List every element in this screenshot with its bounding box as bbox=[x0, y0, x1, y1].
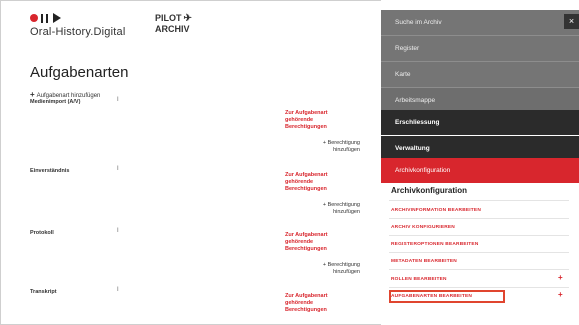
logo-text: Oral-History.Digital bbox=[30, 26, 126, 38]
sidebar-menu: Suche im Archiv Register Karte Arbeitsma… bbox=[381, 0, 579, 325]
permissions-link[interactable]: Zur Aufgabenart gehörende Berechtigungen bbox=[285, 110, 345, 131]
row-divider-mark: I bbox=[117, 228, 119, 234]
plus-icon: + bbox=[30, 90, 35, 99]
submenu-divider bbox=[389, 252, 569, 253]
submenu-title: Archivkonfiguration bbox=[391, 186, 468, 195]
add-task-type-link[interactable]: + Aufgabenart hinzufügen bbox=[30, 90, 100, 99]
menu-item-indexing[interactable]: Erschliessung bbox=[381, 110, 579, 135]
task-type-label: Protokoll bbox=[30, 230, 54, 236]
oral-history-logo[interactable]: Oral-History.Digital bbox=[30, 13, 125, 38]
archiv-text: ARCHIV bbox=[155, 24, 190, 34]
pilot-text: PILOT bbox=[155, 13, 182, 23]
airplane-icon: ✈ bbox=[183, 13, 192, 24]
menu-item-archive-configuration[interactable]: Archivkonfiguration bbox=[381, 158, 579, 183]
menu-item-register[interactable]: Register bbox=[381, 36, 579, 61]
add-permission-button[interactable]: + Berechtigung hinzufügen bbox=[300, 202, 360, 216]
permissions-link[interactable]: Zur Aufgabenart gehörende Berechtigungen bbox=[285, 172, 345, 193]
add-permission-button[interactable]: + Berechtigung hinzufügen bbox=[300, 140, 360, 154]
pause-bar-icon bbox=[46, 13, 48, 23]
permissions-link[interactable]: Zur Aufgabenart gehörende Berechtigungen bbox=[285, 232, 345, 253]
task-type-label: Einverständnis bbox=[30, 168, 70, 174]
submenu-edit-archive-information[interactable]: ARCHIVINFORMATION BEARBEITEN bbox=[391, 207, 571, 215]
pause-bar-icon bbox=[41, 13, 43, 23]
row-divider-mark: I bbox=[117, 287, 119, 293]
task-type-label: Medienimport (A/V) bbox=[30, 99, 81, 105]
page-title: Aufgabenarten bbox=[30, 64, 129, 81]
selection-highlight bbox=[389, 290, 505, 303]
play-icon bbox=[53, 13, 61, 23]
close-icon[interactable]: × bbox=[564, 14, 579, 29]
pilot-archiv-label: PILOT ✈ ARCHIV bbox=[155, 13, 192, 34]
logo-mark bbox=[30, 13, 125, 23]
menu-item-search-archive[interactable]: Suche im Archiv bbox=[381, 10, 579, 35]
submenu-divider bbox=[389, 218, 569, 219]
expand-plus-icon[interactable]: + bbox=[558, 290, 563, 299]
row-divider-mark: I bbox=[117, 166, 119, 172]
task-type-label: Transkript bbox=[30, 289, 57, 295]
add-permission-button[interactable]: + Berechtigung hinzufügen bbox=[300, 262, 360, 276]
permissions-link[interactable]: Zur Aufgabenart gehörende Berechtigungen bbox=[285, 293, 345, 314]
submenu-edit-roles[interactable]: ROLLEN BEARBEITEN bbox=[391, 276, 571, 284]
submenu-divider bbox=[389, 269, 569, 270]
submenu-edit-register-options[interactable]: REGISTEROPTIONEN BEARBEITEN bbox=[391, 241, 571, 249]
expand-plus-icon[interactable]: + bbox=[558, 273, 563, 282]
submenu-divider bbox=[389, 200, 569, 201]
row-divider-mark: I bbox=[117, 97, 119, 103]
submenu-divider bbox=[389, 235, 569, 236]
submenu-configure-archive[interactable]: ARCHIV KONFIGURIEREN bbox=[391, 224, 571, 232]
submenu-divider bbox=[389, 287, 569, 288]
menu-item-map[interactable]: Karte bbox=[381, 62, 579, 87]
record-dot-icon bbox=[30, 14, 38, 22]
submenu-edit-metadata[interactable]: METADATEN BEARBEITEN bbox=[391, 258, 571, 266]
